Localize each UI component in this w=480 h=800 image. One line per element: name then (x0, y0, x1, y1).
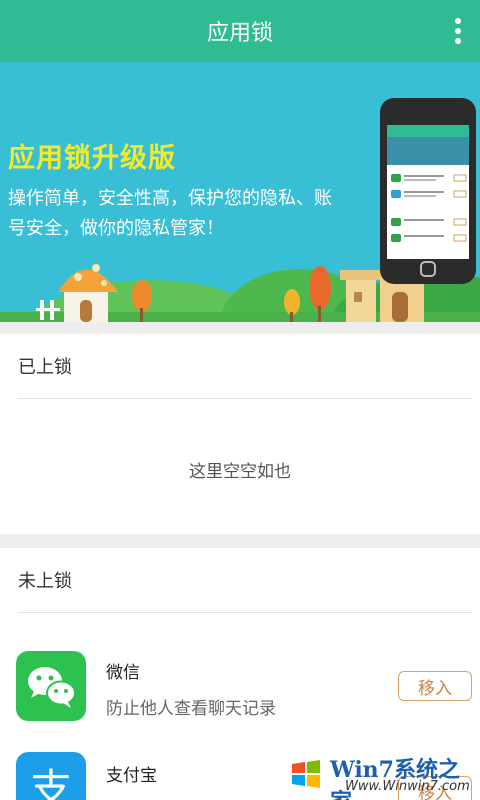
divider (18, 398, 472, 399)
alipay-icon: 支 (16, 752, 86, 800)
empty-state-text: 这里空空如也 (189, 462, 291, 482)
locked-section: 已上锁 这里空空如也 (0, 334, 480, 534)
more-vert-icon[interactable] (448, 14, 468, 48)
app-title: 应用锁 (206, 21, 273, 46)
app-name: 支付宝 (106, 766, 157, 786)
watermark-url: Www.Winwin7.com (345, 779, 470, 794)
app-bar: 应用锁 (0, 0, 480, 62)
promo-banner[interactable]: 应用锁升级版 操作简单，安全性高，保护您的隐私、账号安全，做你的隐私管家！ (0, 62, 480, 322)
banner-title: 应用锁升级版 (8, 143, 176, 174)
unlocked-header: 未上锁 (18, 571, 72, 592)
svg-text:支: 支 (30, 765, 72, 800)
locked-header: 已上锁 (18, 357, 72, 378)
app-row-alipay[interactable]: 支 支付宝 移入 (0, 648, 480, 800)
banner-description: 操作简单，安全性高，保护您的隐私、账号安全，做你的隐私管家！ (8, 188, 332, 239)
